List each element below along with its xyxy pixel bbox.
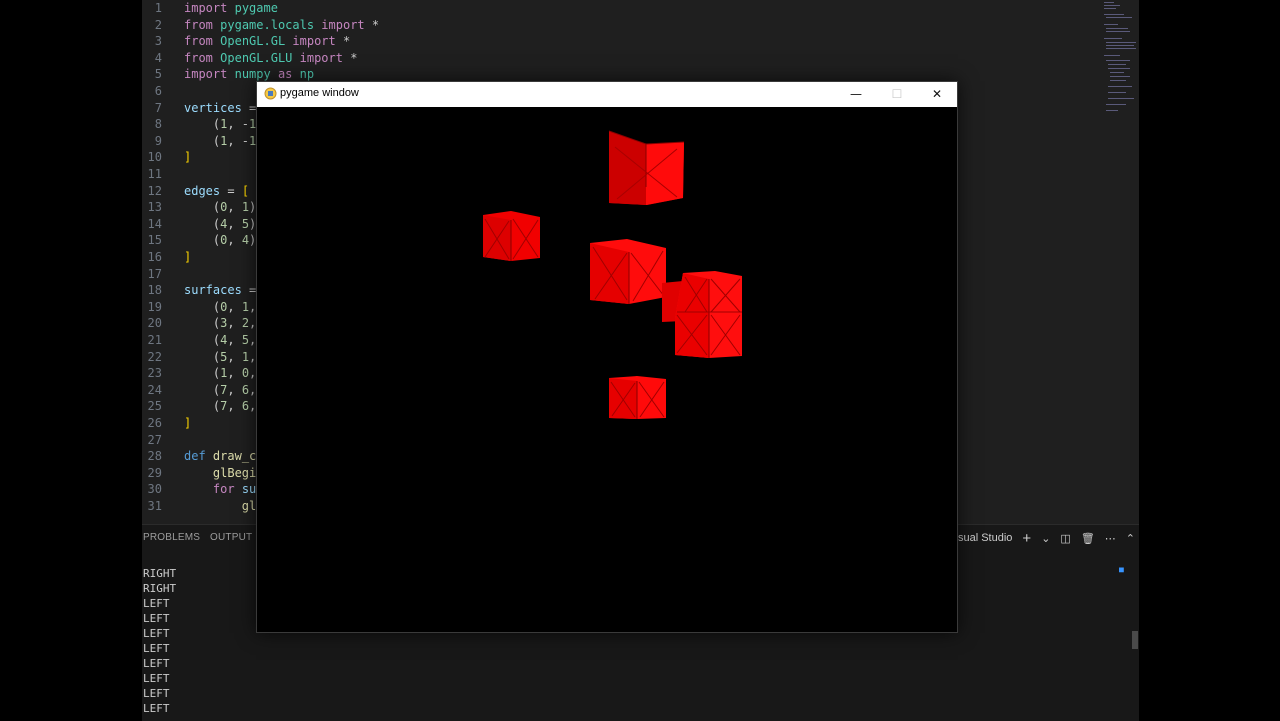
window-title: pygame window xyxy=(280,87,359,99)
minimize-button[interactable]: — xyxy=(836,82,876,107)
line-number: 8 xyxy=(154,117,162,132)
code-text: from OpenGL.GLU import * xyxy=(184,50,358,65)
output-line: RIGHT xyxy=(143,567,177,580)
scroll-indicator[interactable]: ■ xyxy=(1119,565,1124,575)
line-number: 30 xyxy=(147,482,162,497)
code-text: from pygame.locals import * xyxy=(184,17,380,32)
code-text: (7, 6, xyxy=(184,399,257,414)
line-number: 9 xyxy=(154,133,162,148)
line-number: 21 xyxy=(147,333,162,347)
code-text: (1, -1, xyxy=(184,133,264,148)
code-line[interactable]: 2 from pygame.locals import * xyxy=(142,17,1102,34)
code-text: (1, 0, xyxy=(184,366,257,381)
code-text: (3, 2, xyxy=(184,316,257,331)
line-number: 19 xyxy=(147,299,162,314)
line-number: 27 xyxy=(147,432,162,447)
line-number: 10 xyxy=(147,150,162,165)
output-line: LEFT xyxy=(143,657,170,670)
scrollbar-thumb[interactable] xyxy=(1132,631,1138,649)
code-text: def draw_cu xyxy=(184,449,264,464)
code-text: ] xyxy=(184,150,192,165)
line-number: 7 xyxy=(154,100,162,115)
output-line: LEFT xyxy=(143,642,170,655)
code-text: vertices = xyxy=(184,100,257,115)
output-line: LEFT xyxy=(143,702,170,715)
line-number: 25 xyxy=(147,399,162,414)
code-line[interactable]: 1 import pygame xyxy=(142,0,1102,17)
output-line: LEFT xyxy=(143,687,170,700)
line-number: 11 xyxy=(147,167,162,181)
output-line: LEFT xyxy=(143,597,170,610)
tab-output[interactable]: OUTPUT xyxy=(210,532,252,543)
cube xyxy=(483,211,540,261)
letterbox-left xyxy=(0,0,142,720)
maximize-button[interactable]: ☐ xyxy=(877,82,917,107)
code-text: (0, 4), xyxy=(184,233,264,248)
line-number: 31 xyxy=(147,499,162,513)
code-text: from OpenGL.GL import * xyxy=(184,34,351,49)
code-text: (7, 6, xyxy=(184,382,257,397)
output-line: LEFT xyxy=(143,612,170,625)
output-line: LEFT xyxy=(143,627,170,640)
line-number: 18 xyxy=(147,283,162,298)
line-number: 3 xyxy=(154,34,162,49)
code-line[interactable]: 3 from OpenGL.GL import * xyxy=(142,33,1102,50)
terminal-label[interactable]: Visual Studio xyxy=(948,532,1012,544)
code-text: surfaces = xyxy=(184,283,257,298)
line-number: 15 xyxy=(147,233,162,248)
code-text: glBegin xyxy=(212,465,264,480)
code-text: (0, 1, xyxy=(184,299,257,314)
chevron-down-icon[interactable]: ⌄ xyxy=(1041,532,1050,545)
line-number: 4 xyxy=(154,50,162,65)
line-number: 17 xyxy=(147,266,162,281)
line-number: 1 xyxy=(154,1,162,15)
close-button[interactable]: ✕ xyxy=(917,82,957,107)
line-number: 24 xyxy=(147,382,162,397)
output-line: LEFT xyxy=(143,672,170,685)
render-canvas[interactable] xyxy=(257,107,957,632)
code-text: (0, 1), xyxy=(184,200,264,215)
cube xyxy=(609,376,666,419)
line-number: 28 xyxy=(147,449,162,464)
line-number: 2 xyxy=(154,17,162,32)
add-terminal-icon[interactable]: + xyxy=(1022,530,1031,547)
line-number: 13 xyxy=(147,200,162,215)
code-text: (1, -1, xyxy=(184,117,264,132)
collapse-panel-icon[interactable]: ⌃ xyxy=(1126,532,1135,545)
code-text: (5, 1, xyxy=(184,349,257,364)
cube xyxy=(590,239,666,304)
line-number: 20 xyxy=(147,316,162,331)
more-actions-icon[interactable]: ⋯ xyxy=(1105,532,1116,545)
minimap[interactable] xyxy=(1102,0,1139,120)
split-terminal-icon[interactable]: ◫ xyxy=(1060,532,1070,545)
title-bar[interactable]: pygame window — ☐ ✕ xyxy=(257,82,957,107)
output-line: RIGHT xyxy=(143,582,177,595)
line-number: 14 xyxy=(147,216,162,231)
cube xyxy=(675,271,742,358)
code-text: (4, 5, xyxy=(184,333,257,347)
line-number: 12 xyxy=(147,183,162,198)
code-text: for sur xyxy=(212,482,264,497)
line-number: 22 xyxy=(147,349,162,364)
line-number: 6 xyxy=(154,84,162,98)
code-text: import pygame xyxy=(184,1,278,15)
line-number: 26 xyxy=(147,416,162,430)
pygame-icon xyxy=(264,87,277,100)
line-number: 29 xyxy=(147,465,162,480)
trash-icon[interactable]: 🗑 xyxy=(1081,532,1095,545)
code-text: ] xyxy=(184,250,192,264)
letterbox-right xyxy=(1139,0,1280,720)
code-text: ] xyxy=(184,416,192,430)
code-text: edges = [ xyxy=(184,183,250,198)
code-line[interactable]: 4 from OpenGL.GLU import * xyxy=(142,50,1102,67)
line-number: 5 xyxy=(154,67,162,82)
pygame-window[interactable]: pygame window — ☐ ✕ xyxy=(256,81,958,633)
line-number: 16 xyxy=(147,250,162,264)
tab-problems[interactable]: PROBLEMS xyxy=(143,532,200,543)
line-number: 23 xyxy=(147,366,162,381)
code-text: glC xyxy=(241,499,264,513)
cube xyxy=(608,130,685,205)
terminal-toolbar: Visual Studio + ⌄ ◫ 🗑 ⋯ ⌃ xyxy=(948,530,1135,547)
code-text: (4, 5), xyxy=(184,216,264,231)
